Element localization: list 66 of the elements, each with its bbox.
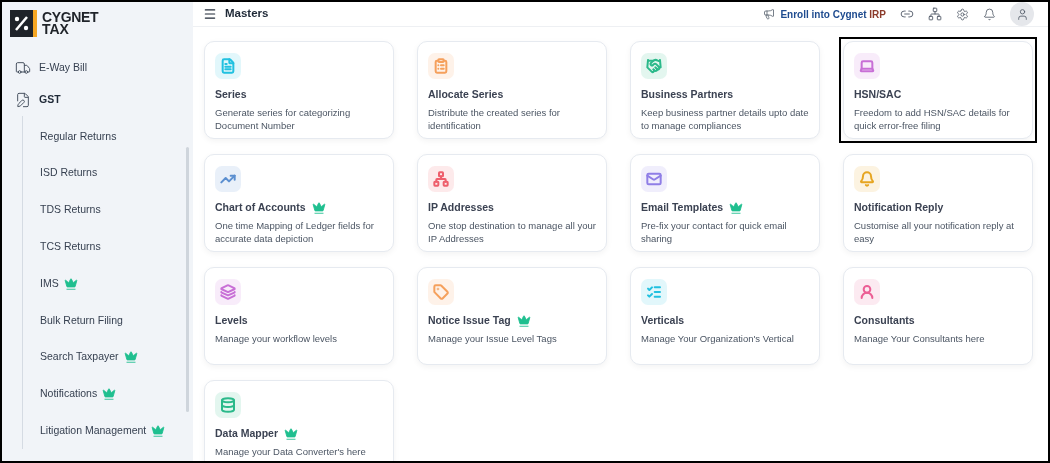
card-title: Series	[215, 87, 247, 102]
user-icon	[1015, 7, 1029, 21]
card-title: Business Partners	[641, 87, 734, 102]
card-title: Levels	[215, 313, 248, 328]
card-description: Customise all your notification reply at easy	[854, 218, 1015, 245]
card-title: HSN/SAC	[854, 87, 902, 102]
logo-subtext: TAX	[42, 23, 69, 35]
sidebar-subitem[interactable]: Litigation Management	[23, 412, 193, 450]
master-card[interactable]: Business Partners Keep business partner details upto date to manage compliances	[630, 41, 820, 139]
card-title: Consultants	[854, 313, 915, 328]
master-card[interactable]: Data Mapper Manage your Data Converter's here	[204, 380, 394, 461]
document-edit-icon	[15, 92, 31, 108]
card-description: Generate series for categorizing Document Number	[215, 105, 352, 132]
master-card[interactable]: Notification Reply Customise all your notification reply at easy	[843, 154, 1033, 252]
card-title: Allocate Series	[428, 87, 504, 102]
card-description: Pre-fix your contact for quick email sharing	[641, 218, 788, 245]
network-icon[interactable]	[928, 7, 942, 21]
master-card[interactable]: Series Generate series for categorizing Document Number	[204, 41, 394, 139]
sidebar-item[interactable]: E-Way Bill	[2, 52, 193, 84]
scrollbar[interactable]	[186, 147, 189, 412]
card-description: Distribute the created series for identification	[428, 105, 561, 132]
card-description: Manage your Issue Level Tags	[428, 331, 558, 345]
master-card[interactable]: Chart of Accounts One time Mapping of Ledger fields for accurate data depiction	[204, 154, 394, 252]
sidebar-subitem[interactable]: Bulk Return Filing	[23, 302, 193, 339]
card-title: Verticals	[641, 313, 685, 328]
link-icon[interactable]	[900, 7, 914, 21]
sidebar-item[interactable]: GST	[2, 84, 193, 116]
logo-text: CYGNET	[42, 11, 99, 23]
sidebar-subitem[interactable]: IMS	[23, 265, 193, 302]
master-card[interactable]: Consultants Manage Your Consultants here	[843, 267, 1033, 365]
card-description: Manage Your Organization's Vertical	[641, 331, 795, 345]
master-card[interactable]: Email Templates Pre-fix your contact for quick email sharing	[630, 154, 820, 252]
notification-icon[interactable]	[983, 7, 996, 21]
card-title: Chart of Accounts	[215, 200, 306, 215]
card-description: Manage Your Consultants here	[854, 331, 986, 345]
logo-icon	[10, 9, 37, 37]
master-card[interactable]: Levels Manage your workflow levels	[204, 267, 394, 365]
master-card[interactable]: IP Addresses One stop destination to manage all your IP Addresses	[417, 154, 607, 252]
card-description: Freedom to add HSN/SAC details for quick error-free filing	[854, 105, 1011, 132]
card-description: Manage your workflow levels	[215, 331, 338, 345]
sidebar-subitem[interactable]: ISD Returns	[23, 154, 193, 192]
card-title: Email Templates	[641, 200, 724, 215]
card-description: Keep business partner details upto date to manage compliances	[641, 105, 809, 132]
settings-icon[interactable]	[956, 7, 969, 21]
card-description: One time Mapping of Ledger fields for accurate data depiction	[215, 218, 375, 245]
master-card[interactable]: HSN/SAC Freedom to add HSN/SAC details for quick error-free filing	[843, 41, 1033, 139]
enroll-link[interactable]: Enroll into Cygnet IRP	[763, 6, 886, 22]
card-description: Manage your Data Converter's here	[215, 444, 367, 458]
megaphone-icon	[763, 8, 776, 20]
card-title: IP Addresses	[428, 200, 494, 215]
master-card[interactable]: Notice Issue Tag Manage your Issue Level Tags	[417, 267, 607, 365]
menu-icon[interactable]	[203, 7, 217, 21]
card-description: One stop destination to manage all your IP Addresses	[428, 218, 596, 245]
card-title: Data Mapper	[215, 426, 278, 441]
sidebar-subitem[interactable]: TCS Returns	[23, 228, 193, 266]
master-card[interactable]: Allocate Series Distribute the created series for identification	[417, 41, 607, 139]
sidebar-subitem[interactable]: Search Taxpayer	[23, 338, 193, 376]
master-card[interactable]: Verticals Manage Your Organization's Vertical	[630, 267, 820, 365]
sidebar-subitem[interactable]: Notifications	[23, 375, 193, 413]
truck-icon	[15, 60, 31, 76]
sidebar-subitem[interactable]: TDS Returns	[23, 191, 193, 229]
card-title: Notification Reply	[854, 200, 944, 215]
profile-button[interactable]	[1010, 2, 1034, 26]
sidebar-subitem[interactable]: Regular Returns	[23, 118, 193, 155]
card-title: Notice Issue Tag	[428, 313, 511, 328]
page-title: Masters	[225, 6, 269, 22]
